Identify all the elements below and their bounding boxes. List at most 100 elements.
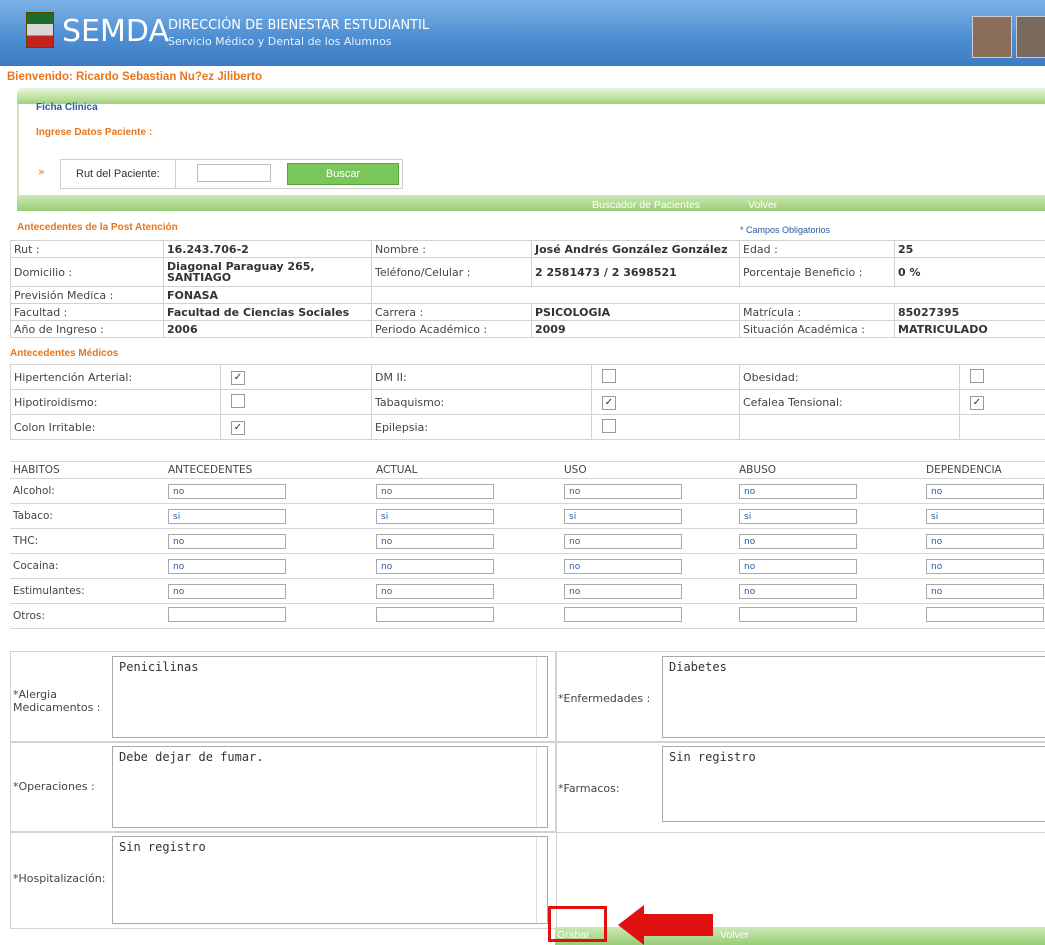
condition-checkbox-cell: ✓ <box>220 364 372 390</box>
habit-label: Tabaco: <box>10 503 165 529</box>
condition-checkbox[interactable]: ✓ <box>231 370 245 385</box>
habit-input[interactable]: no <box>168 558 286 574</box>
farmacos-textarea[interactable]: Sin registro <box>662 746 1045 822</box>
habit-input[interactable]: no <box>739 483 857 499</box>
empty-cell <box>740 287 895 304</box>
habit-label: Cocaina: <box>10 553 165 579</box>
column-header: ANTECEDENTES <box>165 461 373 479</box>
grabar-button[interactable]: Grabar <box>557 929 590 941</box>
ficha-border <box>17 104 19 209</box>
condition-label <box>739 414 960 440</box>
condition-checkbox-cell <box>220 389 372 415</box>
logo-text: SEMDA <box>62 14 169 49</box>
habit-input[interactable]: no <box>168 533 286 549</box>
condition-checkbox[interactable] <box>602 368 616 383</box>
alergia-label: *Alergia Medicamentos : <box>13 688 101 714</box>
habit-input[interactable]: no <box>168 483 286 499</box>
volver-link-bottom[interactable]: Volver <box>720 929 749 941</box>
post-atencion-title: Antecedentes de la Post Atención <box>17 222 178 233</box>
habit-cell: no <box>923 578 1045 604</box>
habit-input[interactable]: si <box>168 508 286 524</box>
volver-link-top[interactable]: Volver <box>748 199 777 211</box>
table-row: Hipotiroidismo: Tabaquismo: ✓ Cefalea Tensi… <box>10 389 1045 415</box>
header-subtitle-2: Servicio Médico y Dental de los Alumnos <box>168 35 392 48</box>
habit-input[interactable]: si <box>564 508 682 524</box>
habit-cell: no <box>736 478 923 504</box>
alergia-textarea[interactable]: Penicilinas <box>112 656 548 738</box>
habit-input[interactable]: no <box>739 533 857 549</box>
habit-input[interactable]: no <box>739 583 857 599</box>
habit-input[interactable]: si <box>376 508 494 524</box>
habit-input[interactable]: no <box>376 583 494 599</box>
table-row: Domicilio : Diagonal Paraguay 265, SANTI… <box>10 257 1045 287</box>
habit-cell <box>373 603 561 629</box>
habit-cell: no <box>736 553 923 579</box>
habit-input[interactable] <box>564 607 682 622</box>
condition-checkbox-cell: ✓ <box>591 389 740 415</box>
textarea-scrollbar[interactable] <box>536 837 547 923</box>
habit-input[interactable] <box>926 607 1044 622</box>
habit-input[interactable]: si <box>926 508 1044 524</box>
alergia-section: *Alergia Medicamentos : Penicilinas <box>10 651 557 743</box>
habit-input[interactable]: no <box>564 558 682 574</box>
campos-obligatorios-note: * Campos Obligatorios <box>740 225 831 235</box>
habit-input[interactable] <box>168 607 286 622</box>
table-row: THC: no no no no no <box>10 528 1045 554</box>
table-row: Cocaina: no no no no no <box>10 553 1045 579</box>
empty-cell <box>372 287 532 304</box>
condition-checkbox[interactable] <box>231 393 245 408</box>
habit-input[interactable] <box>739 607 857 622</box>
double-arrow-icon: » <box>38 165 45 178</box>
field-value: 2009 <box>531 320 740 338</box>
habit-cell: si <box>561 503 736 529</box>
condition-checkbox[interactable] <box>970 368 984 383</box>
welcome-message: Bienvenido: Ricardo Sebastian Nu?ez Jili… <box>7 71 262 83</box>
textarea-scrollbar[interactable] <box>536 747 547 827</box>
habit-cell: no <box>736 528 923 554</box>
textarea-scrollbar[interactable] <box>536 657 547 737</box>
habit-input[interactable]: no <box>926 483 1044 499</box>
patient-info-table: Rut : 16.243.706-2 Nombre : José Andrés … <box>10 240 1045 338</box>
buscador-pacientes-link[interactable]: Buscador de Pacientes <box>592 199 700 211</box>
farmacos-section: *Farmacos: Sin registro <box>555 741 1045 833</box>
habit-cell <box>736 603 923 629</box>
header-photo-1 <box>972 16 1012 58</box>
nav-bar <box>17 195 1045 211</box>
habit-input[interactable]: no <box>564 583 682 599</box>
condition-checkbox[interactable]: ✓ <box>602 395 616 410</box>
habit-input[interactable]: no <box>926 533 1044 549</box>
habit-input[interactable]: no <box>168 583 286 599</box>
condition-checkbox-cell <box>959 414 1045 440</box>
field-label: Domicilio : <box>10 257 164 287</box>
alergia-value: Penicilinas <box>119 660 199 674</box>
habit-input[interactable]: si <box>739 508 857 524</box>
habit-input[interactable] <box>376 607 494 622</box>
habit-input[interactable]: no <box>926 558 1044 574</box>
habit-cell: no <box>373 528 561 554</box>
hospitalizacion-textarea[interactable]: Sin registro <box>112 836 548 924</box>
rut-input[interactable] <box>197 164 271 182</box>
enfermedades-textarea[interactable]: Diabetes <box>662 656 1045 738</box>
condition-checkbox[interactable]: ✓ <box>231 420 245 435</box>
habit-input[interactable]: no <box>376 533 494 549</box>
operaciones-textarea[interactable]: Debe dejar de fumar. <box>112 746 548 828</box>
condition-checkbox[interactable] <box>602 418 616 433</box>
habit-input[interactable]: no <box>926 583 1044 599</box>
field-label: Facultad : <box>10 303 164 321</box>
habit-input[interactable]: no <box>564 483 682 499</box>
condition-checkbox-cell <box>959 364 1045 390</box>
habit-cell: no <box>561 553 736 579</box>
habit-input[interactable]: no <box>376 483 494 499</box>
habit-input[interactable]: no <box>564 533 682 549</box>
table-row: Alcohol: no no no no no <box>10 478 1045 504</box>
habit-input[interactable]: no <box>739 558 857 574</box>
habit-cell: no <box>165 553 373 579</box>
condition-checkbox[interactable]: ✓ <box>970 395 984 410</box>
table-row: Año de Ingreso : 2006 Periodo Académico … <box>10 320 1045 338</box>
buscar-button[interactable]: Buscar <box>287 163 399 185</box>
habit-input[interactable]: no <box>376 558 494 574</box>
habit-cell: no <box>561 478 736 504</box>
empty-cell <box>895 287 1045 304</box>
condition-label: Obesidad: <box>739 364 960 390</box>
habit-cell: si <box>736 503 923 529</box>
